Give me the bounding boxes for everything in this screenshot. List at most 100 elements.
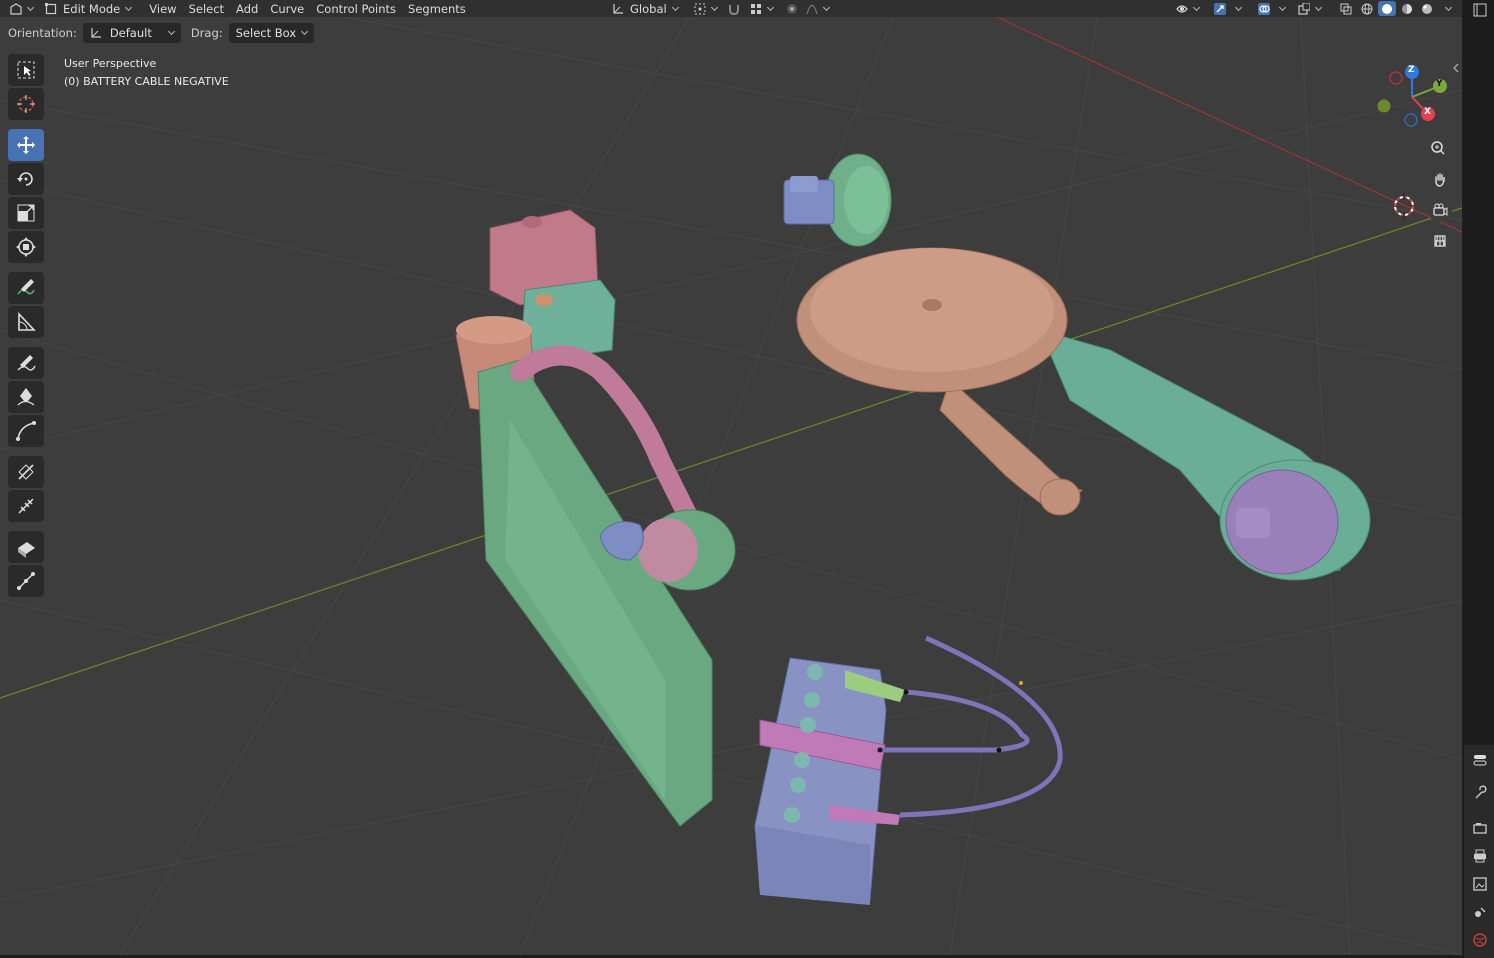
curve-tool[interactable]: [8, 415, 44, 447]
falloff-selector[interactable]: [800, 0, 835, 17]
zoom-button[interactable]: [1426, 136, 1450, 160]
outliner-toggle[interactable]: [1470, 0, 1490, 20]
shading-options[interactable]: [1438, 1, 1452, 16]
battery-cable-positive[interactable]: [880, 689, 1030, 753]
menu-segments[interactable]: Segments: [402, 0, 472, 17]
measure-tool[interactable]: [8, 306, 44, 338]
proportional-icon: [787, 3, 797, 14]
mesh-overlays-selector[interactable]: [1292, 0, 1327, 17]
world-icon: [1473, 933, 1487, 947]
rendered-shading-button[interactable]: [1418, 1, 1436, 16]
curve-icon: [16, 421, 36, 441]
pan-button[interactable]: [1428, 168, 1452, 192]
viewport-info-text: User Perspective (0) BATTERY CABLE NEGAT…: [64, 55, 229, 91]
editor-type-button[interactable]: [0, 0, 39, 17]
mode-selector[interactable]: Edit Mode: [39, 0, 137, 17]
menu-curve[interactable]: Curve: [264, 0, 310, 17]
menu-view[interactable]: View: [143, 0, 182, 17]
air-cleaner[interactable]: [796, 247, 1371, 581]
solid-shading-button[interactable]: [1378, 1, 1396, 16]
object-origin: [1019, 681, 1023, 685]
randomize-icon: [17, 572, 35, 590]
camera-icon: [1433, 203, 1448, 216]
overlays-options[interactable]: [1270, 0, 1289, 17]
transform-tool[interactable]: [8, 231, 44, 263]
render-properties-tab[interactable]: [1470, 818, 1490, 838]
control-point[interactable]: [877, 747, 883, 753]
world-properties-tab[interactable]: [1470, 930, 1490, 950]
scene-icon: [1475, 907, 1486, 917]
cursor-icon: [17, 95, 35, 113]
rotate-tool[interactable]: [8, 163, 44, 195]
visibility-selector[interactable]: [1170, 0, 1205, 17]
control-point[interactable]: [996, 747, 1002, 753]
cursor-tool[interactable]: [8, 88, 44, 120]
pen-tool[interactable]: [8, 381, 44, 413]
orientation-icon: [613, 3, 623, 14]
active-tool-tab[interactable]: [1470, 782, 1490, 802]
wireframe-shading-button[interactable]: [1358, 1, 1376, 16]
orientation-dropdown[interactable]: Default: [82, 23, 181, 43]
randomize-tool[interactable]: [8, 565, 44, 597]
menu-add[interactable]: Add: [230, 0, 264, 17]
move-icon: [17, 136, 35, 154]
menu-select[interactable]: Select: [183, 0, 230, 17]
move-tool[interactable]: [8, 129, 44, 161]
gizmo-icon: [1214, 2, 1226, 15]
orientation-value: Default: [109, 26, 152, 40]
control-point[interactable]: [903, 689, 909, 695]
snap-toggle[interactable]: [722, 0, 746, 17]
properties-strip: [1464, 0, 1494, 958]
transform-orientation-selector[interactable]: Global: [606, 0, 684, 17]
xray-toggle[interactable]: [1334, 0, 1358, 17]
brake-booster[interactable]: [783, 153, 892, 247]
gizmo-options[interactable]: [1226, 0, 1245, 17]
x-axis-line: [959, 0, 1462, 233]
solid-sphere-icon: [1382, 3, 1392, 14]
battery[interactable]: [754, 657, 905, 905]
sidebar-toggle-arrow[interactable]: [1452, 62, 1460, 73]
scale-icon: [17, 204, 35, 222]
scene-properties-tab[interactable]: [1470, 902, 1490, 922]
camera-view-button[interactable]: [1428, 198, 1452, 222]
zoom-icon: [1431, 141, 1445, 155]
menu-control-points[interactable]: Control Points: [310, 0, 402, 17]
draw-icon: [17, 355, 36, 371]
wrench-icon: [1475, 785, 1487, 799]
mode-label: Edit Mode: [63, 1, 121, 16]
snap-target-selector[interactable]: [744, 0, 779, 17]
output-properties-tab[interactable]: [1470, 846, 1490, 866]
select-box-tool[interactable]: [8, 54, 44, 86]
overlays-icon: [1258, 2, 1270, 15]
scale-tool[interactable]: [8, 197, 44, 229]
orientation-setting-label: Orientation:: [8, 26, 77, 40]
render-icon: [1473, 823, 1487, 834]
3d-cursor[interactable]: [1394, 192, 1414, 220]
view-layer-tab[interactable]: [1470, 874, 1490, 894]
tilt-tool[interactable]: [8, 456, 44, 488]
drag-value: Select Box: [235, 26, 297, 40]
draw-tool[interactable]: [8, 347, 44, 379]
shading-modes: [1358, 0, 1452, 17]
3d-viewport[interactable]: Z Y X Edit Mode View Select Add Curve Co…: [0, 0, 1462, 955]
annotate-tool[interactable]: [8, 272, 44, 304]
select-box-icon: [17, 61, 35, 79]
extrude-tool[interactable]: [8, 531, 44, 563]
material-sphere-icon: [1402, 3, 1412, 14]
radiator[interactable]: [477, 359, 713, 827]
scene-canvas[interactable]: [0, 0, 1462, 955]
image-icon: [1473, 877, 1487, 891]
drag-dropdown[interactable]: Select Box: [228, 23, 315, 43]
radius-icon: [18, 498, 34, 514]
radius-tool[interactable]: [8, 490, 44, 522]
battery-cable-negative[interactable]: [899, 635, 1063, 818]
projection-toggle-button[interactable]: [1428, 229, 1452, 253]
pivot-point-selector[interactable]: [688, 0, 723, 17]
pen-icon: [17, 388, 35, 406]
hand-icon: [1435, 173, 1445, 187]
gizmo-y-label: Y: [1436, 79, 1443, 89]
material-shading-button[interactable]: [1398, 1, 1416, 16]
grid-icon: [1434, 235, 1446, 247]
tool-properties-tab[interactable]: [1470, 750, 1490, 770]
gizmo-x-label: X: [1424, 107, 1431, 117]
